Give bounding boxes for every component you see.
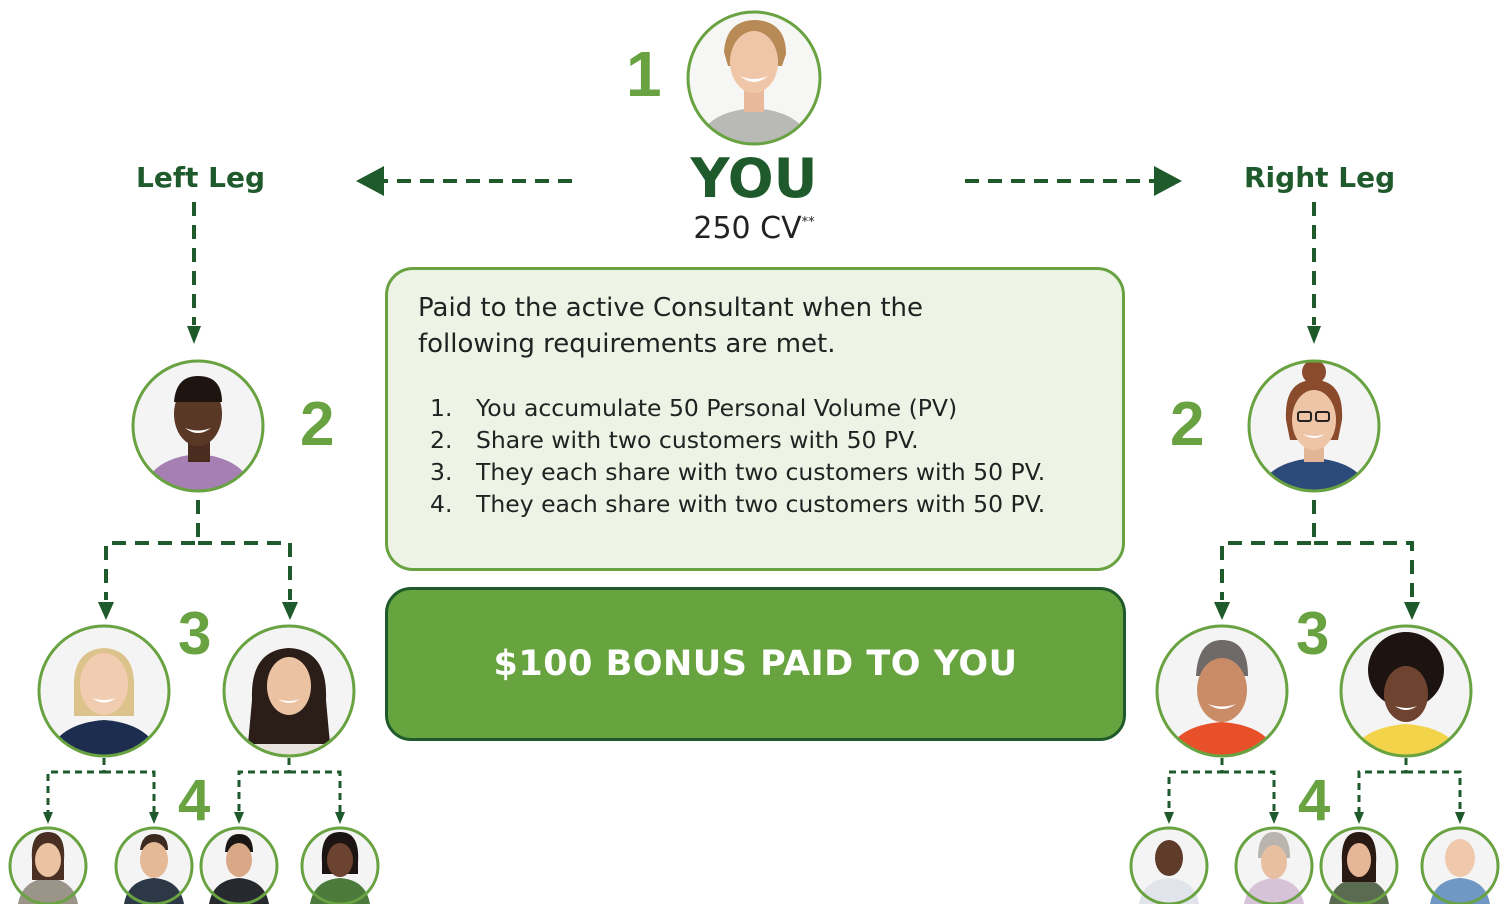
level-number-2-left: 2 <box>300 390 335 459</box>
requirement-item: 4. They each share with two customers wit… <box>430 488 1098 520</box>
requirements-list: 1. You accumulate 50 Personal Volume (PV)… <box>430 392 1098 520</box>
connector-lines-small <box>46 758 1462 812</box>
you-cv-value: 250 CV** <box>654 214 854 244</box>
arrow-down-icon <box>1307 326 1321 344</box>
arrow-down-icon <box>1214 602 1230 620</box>
arrow-down-icon <box>1455 812 1465 824</box>
bonus-banner: $100 BONUS PAID TO YOU <box>385 587 1126 741</box>
level-number-1: 1 <box>626 38 662 110</box>
requirements-box: Paid to the active Consultant when the f… <box>385 267 1125 571</box>
arrow-right-icon <box>1154 166 1182 196</box>
requirement-item: 3. They each share with two customers wit… <box>430 456 1098 488</box>
avatar-you <box>688 12 820 144</box>
arrow-down-icon <box>1164 812 1174 824</box>
arrow-left-icon <box>356 166 384 196</box>
cv-value-text: 250 CV <box>693 211 802 246</box>
right-leg-label: Right Leg <box>1244 161 1396 194</box>
cv-footnote-mark: ** <box>801 215 815 230</box>
arrow-down-icon <box>43 812 53 824</box>
you-title: YOU <box>690 147 818 210</box>
requirement-text: Share with two customers with 50 PV. <box>476 426 919 454</box>
level-number-4-right: 4 <box>1298 768 1331 833</box>
left-leg-label: Left Leg <box>136 161 266 194</box>
requirement-item: 2. Share with two customers with 50 PV. <box>430 424 1098 456</box>
arrow-down-icon <box>1404 602 1420 620</box>
requirement-number: 1. <box>430 394 453 422</box>
level-number-3-right: 3 <box>1296 600 1330 667</box>
arrow-down-icon <box>282 602 298 620</box>
bonus-label: $100 BONUS PAID TO YOU <box>493 644 1018 684</box>
level-number-3-left: 3 <box>178 600 212 667</box>
requirement-text: You accumulate 50 Personal Volume (PV) <box>476 394 958 422</box>
requirement-text: They each share with two customers with … <box>476 490 1046 518</box>
arrow-down-icon <box>98 602 114 620</box>
arrow-down-icon <box>1269 812 1279 824</box>
arrow-down-icon <box>234 812 244 824</box>
arrow-down-icon <box>149 812 159 824</box>
requirement-number: 3. <box>430 458 453 486</box>
requirement-number: 4. <box>430 490 453 518</box>
arrow-down-icon <box>335 812 345 824</box>
arrow-down-icon <box>1354 812 1364 824</box>
arrow-down-icon <box>187 326 201 344</box>
requirement-text: They each share with two customers with … <box>476 458 1046 486</box>
requirement-item: 1. You accumulate 50 Personal Volume (PV) <box>430 392 1098 424</box>
requirements-intro: Paid to the active Consultant when the f… <box>418 293 924 359</box>
level-number-4-left: 4 <box>178 768 211 833</box>
requirement-number: 2. <box>430 426 453 454</box>
level-number-2-right: 2 <box>1170 390 1205 459</box>
